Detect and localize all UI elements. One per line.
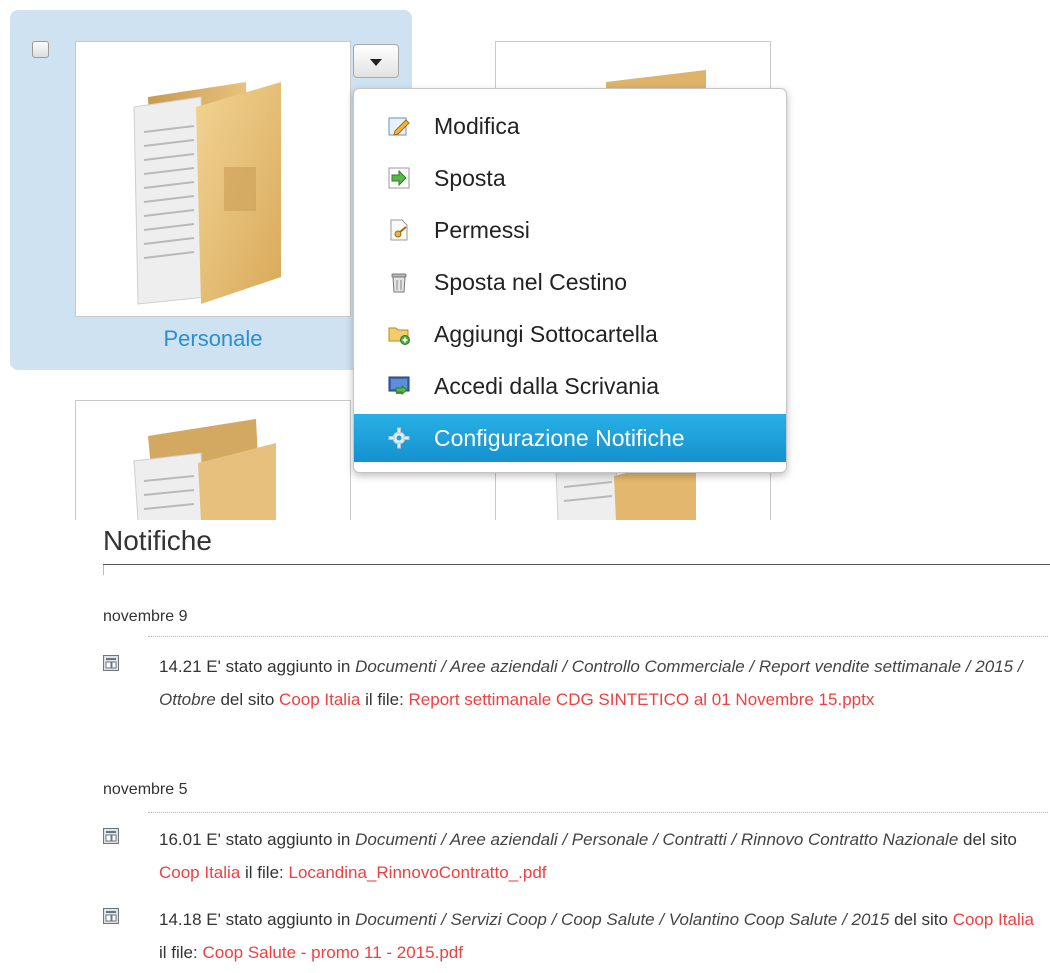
menu-item-label: Sposta: [434, 165, 506, 191]
arrow-right-icon: [388, 167, 410, 189]
gear-icon: [388, 427, 410, 449]
notification-path: Documenti / Servizi Coop / Coop Salute /…: [355, 910, 890, 929]
notification-site-prefix: del sito: [220, 690, 275, 709]
notification-time: 16.01: [159, 830, 202, 849]
menu-item-accedi-dalla-scrivania[interactable]: Accedi dalla Scrivania: [354, 362, 786, 410]
notification-time: 14.21: [159, 657, 202, 676]
document-icon: [103, 828, 119, 844]
trash-icon: [391, 273, 407, 293]
date-divider: [148, 812, 1048, 813]
site-link[interactable]: Coop Italia: [159, 863, 240, 882]
notification-text: 14.18 E' stato aggiunto in Documenti / S…: [159, 903, 1039, 969]
notification-prefix: E' stato aggiunto in: [206, 910, 351, 929]
notification-site-prefix: del sito: [894, 910, 948, 929]
notification-path: Documenti / Aree aziendali / Personale /…: [355, 830, 959, 849]
notification-prefix: E' stato aggiunto in: [206, 830, 351, 849]
menu-item-label: Modifica: [434, 113, 520, 139]
menu-item-aggiungi-sottocartella[interactable]: Aggiungi Sottocartella: [354, 310, 786, 358]
menu-item-label: Aggiungi Sottocartella: [434, 321, 658, 347]
folder-context-menu: Modifica Sposta Permessi Sposta nel Cest…: [353, 88, 787, 473]
menu-item-label: Accedi dalla Scrivania: [434, 373, 660, 399]
date-header: novembre 9: [103, 608, 188, 625]
notification-file-prefix: il file:: [245, 863, 284, 882]
title-divider-edge: [103, 565, 104, 575]
menu-item-label: Configurazione Notifiche: [434, 425, 685, 451]
menu-item-label: Sposta nel Cestino: [434, 269, 628, 295]
folder-checkbox[interactable]: [32, 41, 49, 58]
document-icon: [103, 655, 119, 671]
pencil-icon: [388, 117, 410, 136]
menu-item-sposta[interactable]: Sposta: [354, 154, 786, 202]
menu-item-permessi[interactable]: Permessi: [354, 206, 786, 254]
folder-icon: [133, 82, 281, 305]
notification-file-prefix: il file:: [365, 690, 404, 709]
file-link[interactable]: Coop Salute - promo 11 - 2015.pdf: [202, 943, 463, 962]
folder-add-icon: [388, 327, 410, 345]
notification-site-prefix: del sito: [963, 830, 1017, 849]
notification-text: 14.21 E' stato aggiunto in Documenti / A…: [159, 650, 1039, 716]
notification-prefix: E' stato aggiunto in: [206, 657, 351, 676]
notification-text: 16.01 E' stato aggiunto in Documenti / A…: [159, 823, 1039, 889]
document-icon: [103, 908, 119, 924]
menu-item-configurazione-notifiche[interactable]: Configurazione Notifiche: [354, 414, 786, 462]
desktop-icon: [388, 376, 410, 396]
notifications-title: Notifiche: [103, 525, 212, 556]
notification-file-prefix: il file:: [159, 943, 198, 962]
folder-icon: [133, 419, 276, 520]
folder-thumbnail[interactable]: [75, 41, 351, 317]
folder-thumbnail[interactable]: [75, 400, 351, 520]
file-link[interactable]: Locandina_RinnovoContratto_.pdf: [288, 863, 546, 882]
menu-item-modifica[interactable]: Modifica: [354, 102, 786, 150]
menu-item-sposta-nel-cestino[interactable]: Sposta nel Cestino: [354, 258, 786, 306]
date-header: novembre 5: [103, 781, 188, 798]
site-link[interactable]: Coop Italia: [953, 910, 1034, 929]
menu-item-label: Permessi: [434, 217, 530, 243]
title-divider: [103, 564, 1050, 565]
site-link[interactable]: Coop Italia: [279, 690, 360, 709]
date-divider: [148, 636, 1048, 637]
folder-actions-dropdown-button[interactable]: [353, 44, 399, 78]
file-link[interactable]: Report settimanale CDG SINTETICO al 01 N…: [409, 690, 875, 709]
folder-label-personale[interactable]: Personale: [76, 326, 350, 352]
notification-time: 14.18: [159, 910, 202, 929]
key-icon: [390, 219, 408, 241]
chevron-down-icon: [370, 59, 382, 66]
